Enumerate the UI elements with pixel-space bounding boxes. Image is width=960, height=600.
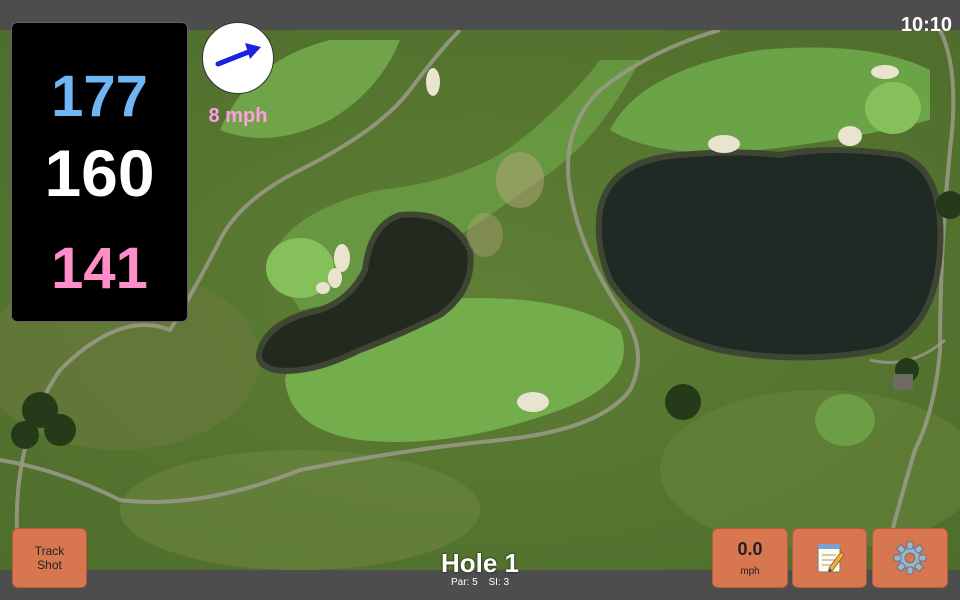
back-distance: 177 bbox=[51, 64, 148, 129]
hole-info: Par: 5 SI: 3 bbox=[380, 577, 580, 588]
track-shot-button[interactable]: Track Shot bbox=[12, 528, 87, 588]
scorecard-button[interactable] bbox=[792, 528, 867, 588]
distance-panel: 177 160 141 bbox=[11, 22, 188, 322]
center-distance: 160 bbox=[44, 136, 155, 210]
wind-speed: 8 mph bbox=[208, 105, 268, 127]
arrow-up-right-icon bbox=[215, 43, 261, 67]
settings-button[interactable] bbox=[872, 528, 948, 588]
front-distance: 141 bbox=[51, 236, 148, 301]
status-clock: 10:10 bbox=[900, 14, 952, 36]
hole-title: Hole 1 bbox=[440, 548, 520, 578]
gear-icon bbox=[893, 541, 927, 575]
notepad-icon bbox=[817, 544, 845, 573]
hole-stroke-index: SI: 3 bbox=[488, 577, 510, 588]
speed-unit: mph bbox=[740, 566, 760, 577]
speed-value: 0.0 bbox=[737, 539, 763, 559]
speed-button[interactable]: 0.0 mph bbox=[712, 528, 788, 588]
track-shot-label: Track Shot bbox=[34, 544, 65, 572]
hole-par: Par: 5 bbox=[450, 577, 478, 588]
wind-indicator bbox=[202, 22, 274, 94]
